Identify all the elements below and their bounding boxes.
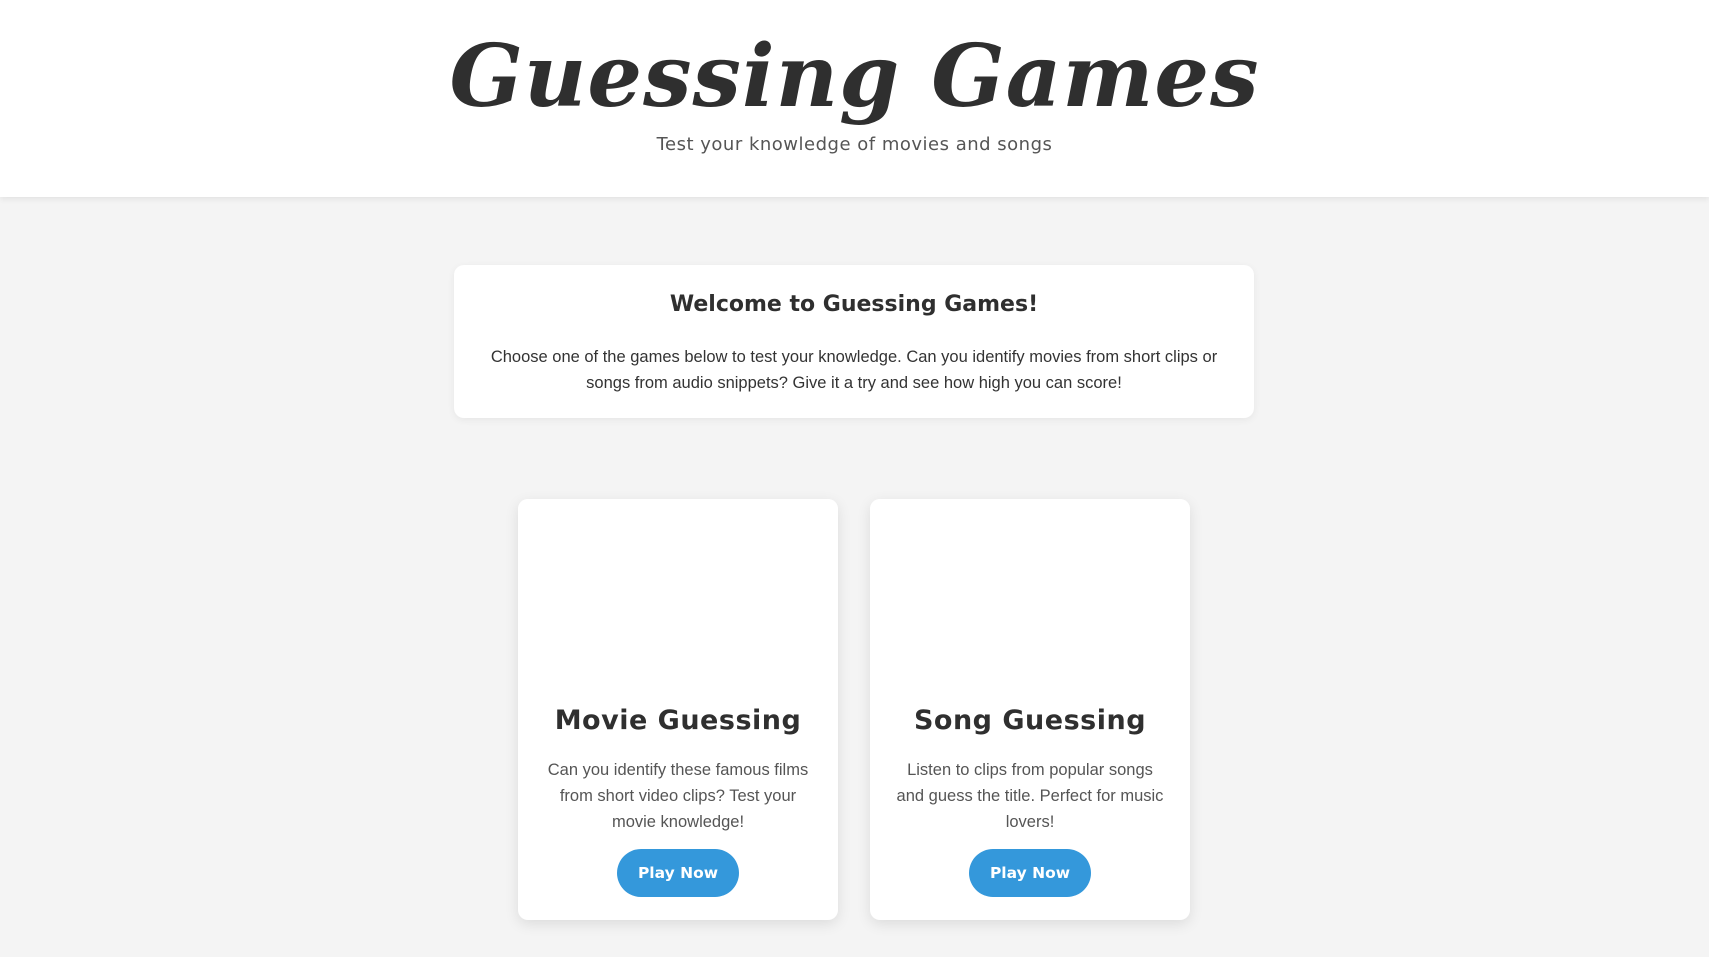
movie-play-button[interactable]: Play Now [617,849,739,897]
song-card-description: Listen to clips from popular songs and g… [896,761,1164,831]
site-header: Guessing Games Test your knowledge of mo… [0,0,1709,197]
welcome-card: Welcome to Guessing Games! Choose one of… [454,265,1254,418]
song-play-button[interactable]: Play Now [969,849,1091,897]
movie-card-title: Movie Guessing [554,705,802,736]
movie-game-card: Movie Guessing Can you identify these fa… [518,499,838,920]
site-title: Guessing Games [449,26,1260,127]
movie-card-description: Can you identify these famous films from… [547,761,809,831]
welcome-text: Choose one of the games below to test yo… [490,348,1218,392]
welcome-title: Welcome to Guessing Games! [669,292,1039,317]
song-card-image [870,499,1190,689]
song-game-card: Song Guessing Listen to clips from popul… [870,499,1190,920]
site-subtitle: Test your knowledge of movies and songs [656,134,1053,155]
movie-card-image [518,499,838,689]
song-card-title: Song Guessing [913,705,1147,736]
